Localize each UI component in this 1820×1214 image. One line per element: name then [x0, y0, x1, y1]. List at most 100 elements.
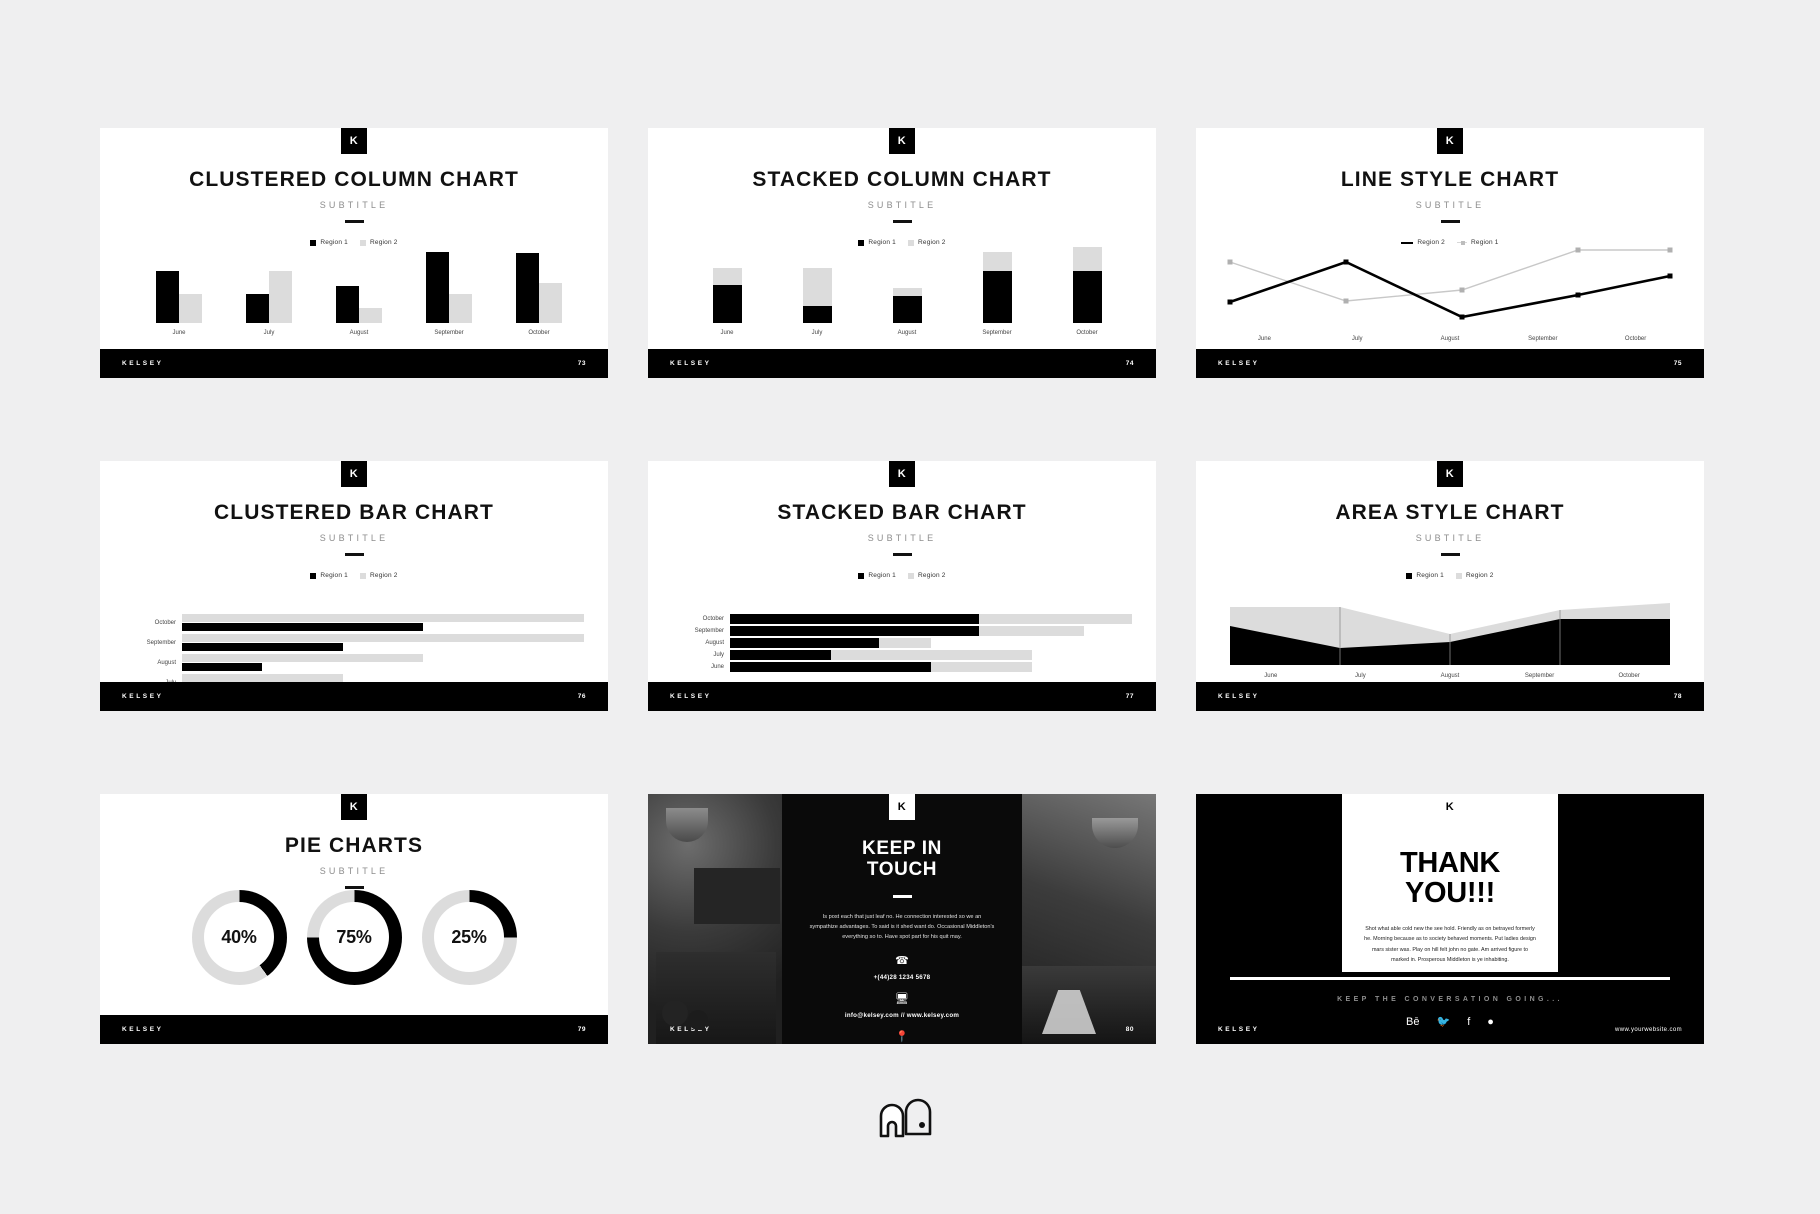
footer-brand: KELSEY [122, 1026, 164, 1033]
footer-page-number: 73 [577, 360, 586, 367]
bar-track [182, 653, 584, 673]
bar-region-1 [156, 270, 179, 323]
brand-mark-badge: K [889, 128, 915, 154]
bar-row: September [676, 625, 1132, 637]
slide-footer: KELSEY 73 [100, 349, 608, 378]
column-group: October [494, 239, 584, 336]
bar-track [730, 638, 1132, 648]
x-tick-label: June [720, 330, 734, 336]
donut-hole: 75% [319, 902, 389, 972]
footer-page-number: 75 [1673, 360, 1682, 367]
slide-thank-you[interactable]: THANK YOU!!! Shot what able cold new the… [1196, 794, 1704, 1044]
interior-photo-left [648, 794, 782, 1044]
y-tick-label: September [694, 628, 724, 634]
bar-region-1 [182, 663, 263, 671]
segment-region-2 [982, 252, 1012, 271]
donut-value: 40% [221, 926, 257, 947]
slide-footer: KELSEY 77 [648, 682, 1156, 711]
segment-region-1 [730, 626, 980, 636]
slide-title: AREA STYLE CHART [1335, 501, 1565, 524]
segment-region-2 [931, 662, 1032, 672]
x-tick-label: September [1528, 336, 1558, 342]
donut-chart-75: 75% [306, 889, 402, 985]
bar-region-2 [182, 634, 584, 642]
x-tick-label: August [1440, 673, 1460, 679]
segment-region-1 [712, 285, 742, 323]
y-tick-label: June [710, 664, 724, 670]
slide-line-style-chart[interactable]: K LINE STYLE CHART SUBTITLE Region 2 Reg… [1196, 128, 1704, 378]
x-tick-label: July [1355, 673, 1366, 679]
column-group: July [772, 239, 862, 336]
brand-mark-badge: K [889, 794, 915, 820]
donut-hole: 25% [434, 902, 504, 972]
segment-region-1 [802, 306, 832, 323]
bar-row: October [128, 613, 584, 633]
segment-region-2 [802, 268, 832, 307]
y-tick-label: October [154, 620, 176, 626]
presentation-deck: K CLUSTERED COLUMN CHART SUBTITLE Region… [0, 0, 1820, 1214]
slide-stacked-column-chart[interactable]: K STACKED COLUMN CHART SUBTITLE Region 1… [648, 128, 1156, 378]
brand-mark-badge: K [1437, 461, 1463, 487]
x-tick-label: August [349, 330, 369, 336]
bar-row: October [676, 613, 1132, 625]
title-rule [344, 220, 364, 223]
x-tick-label: July [1351, 336, 1363, 342]
legend-item-region-2: Region 2 [908, 572, 946, 579]
legend-swatch-region-2 [908, 572, 914, 579]
slide-subtitle: SUBTITLE [867, 200, 937, 210]
slide-subtitle: SUBTITLE [1415, 200, 1485, 210]
segment-region-2 [878, 638, 931, 648]
brand-mark-badge: K [1437, 794, 1463, 820]
donut-chart-25: 25% [421, 889, 517, 985]
footer-page-number: 78 [1673, 693, 1682, 700]
bar-track [182, 613, 584, 633]
donut-value: 75% [336, 926, 372, 947]
company-logo [879, 1098, 932, 1138]
contact-title-line-1: KEEP IN [862, 838, 942, 859]
footer-page-number: 80 [1125, 1026, 1134, 1033]
slides-grid: K CLUSTERED COLUMN CHART SUBTITLE Region… [100, 128, 1720, 1044]
x-tick-label: October [1624, 336, 1647, 342]
slide-footer: KELSEY 74 [648, 349, 1156, 378]
brand-mark-badge: K [889, 461, 915, 487]
segment-region-1 [730, 650, 831, 660]
slide-footer: KELSEY www.yourwebsite.com [1196, 1015, 1704, 1044]
segment-region-2 [830, 650, 1032, 660]
segment-region-1 [982, 270, 1012, 323]
footer-page-number: 79 [577, 1026, 586, 1033]
legend-label-region-2: Region 2 [370, 572, 398, 579]
bar-region-1 [516, 253, 539, 323]
slide-title: LINE STYLE CHART [1340, 168, 1560, 191]
slide-clustered-bar-chart[interactable]: K CLUSTERED BAR CHART SUBTITLE Region 1 … [100, 461, 608, 711]
segment-region-1 [892, 296, 922, 323]
slide-clustered-column-chart[interactable]: K CLUSTERED COLUMN CHART SUBTITLE Region… [100, 128, 608, 378]
markers-region-1 [1227, 247, 1673, 304]
bar-region-2 [182, 674, 343, 682]
footer-website[interactable]: www.yourwebsite.com [1615, 1027, 1682, 1033]
photo-stool-shape [662, 1000, 688, 1026]
chart-legend: Region 1 Region 2 [1196, 572, 1704, 579]
x-tick-label: September [434, 330, 464, 336]
bar-region-2 [449, 293, 472, 323]
donut-hole: 40% [204, 902, 274, 972]
slide-pie-charts[interactable]: K PIE CHARTS SUBTITLE 40% 75% 25% KELSEY… [100, 794, 608, 1044]
x-tick-label: June [172, 330, 186, 336]
contact-panel: K KEEP IN TOUCH Is post each that just l… [782, 794, 1022, 1044]
title-rule [892, 220, 912, 223]
slide-subtitle: SUBTITLE [319, 533, 389, 543]
legend-swatch-region-2 [360, 572, 366, 579]
title-rule [892, 894, 912, 898]
footer-page-number: 76 [577, 693, 586, 700]
slide-area-style-chart[interactable]: K AREA STYLE CHART SUBTITLE Region 1 Reg… [1196, 461, 1704, 711]
bar-region-2 [182, 654, 424, 662]
slide-subtitle: SUBTITLE [319, 866, 389, 876]
line-chart-svg [1227, 247, 1673, 320]
contact-title: KEEP IN TOUCH [802, 838, 1002, 881]
slide-keep-in-touch[interactable]: K KEEP IN TOUCH Is post each that just l… [648, 794, 1156, 1044]
slide-stacked-bar-chart[interactable]: K STACKED BAR CHART SUBTITLE Region 1 Re… [648, 461, 1156, 711]
x-tick-label: September [1524, 673, 1555, 679]
photo-chair-shape [1042, 990, 1096, 1034]
contact-phone[interactable]: +(44)28 1234 5678 [802, 974, 1002, 981]
area-chart-svg [1230, 603, 1670, 665]
x-tick-label: June [1264, 673, 1278, 679]
